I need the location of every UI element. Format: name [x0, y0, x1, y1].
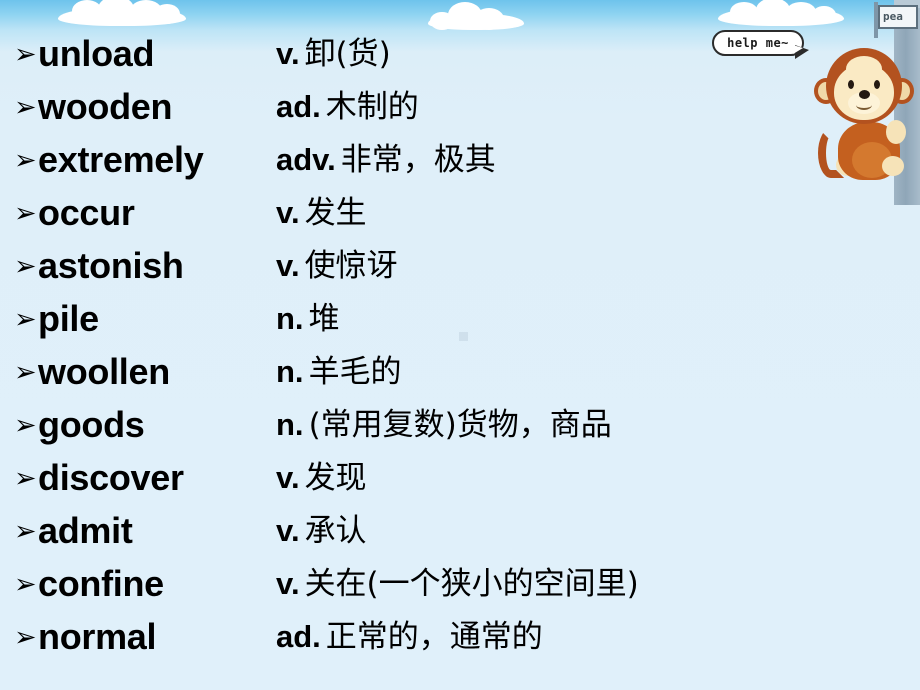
vocabulary-meaning: 发生 — [304, 195, 367, 231]
arrow-bullet-icon: ➢ — [14, 463, 37, 494]
vocabulary-row: ➢ normal ad. 正常的，通常的 — [0, 613, 920, 666]
vocabulary-row: ➢ unload v. 卸(货) — [0, 30, 920, 83]
vocabulary-term: normal — [38, 616, 157, 657]
vocabulary-pos: ad. — [276, 89, 321, 124]
vocabulary-row: ➢ goods n. (常用复数)货物，商品 — [0, 401, 920, 454]
cloud-left — [58, 0, 186, 26]
vocabulary-pos: adv. — [276, 142, 336, 177]
vocabulary-gloss: adv. 非常，极其 — [276, 136, 496, 190]
arrow-bullet-icon: ➢ — [14, 410, 37, 441]
vocabulary-meaning: 羊毛的 — [308, 354, 402, 390]
vocabulary-row: ➢ astonish v. 使惊讶 — [0, 242, 920, 295]
vocabulary-row: ➢ discover v. 发现 — [0, 454, 920, 507]
vocabulary-term: woollen — [38, 351, 170, 392]
vocabulary-term: astonish — [38, 245, 184, 286]
vocabulary-pos: n. — [276, 301, 304, 336]
arrow-bullet-icon: ➢ — [14, 198, 37, 229]
vocabulary-row: ➢ woollen n. 羊毛的 — [0, 348, 920, 401]
vocabulary-gloss: n. 堆 — [276, 295, 340, 349]
vocabulary-pos: v. — [276, 248, 300, 283]
vocabulary-pos: v. — [276, 513, 300, 548]
vocabulary-meaning: 卸(货) — [304, 36, 391, 72]
vocabulary-meaning: (常用复数)货物，商品 — [308, 407, 612, 443]
vocabulary-gloss: v. 使惊讶 — [276, 242, 398, 296]
vocabulary-gloss: v. 卸(货) — [276, 30, 391, 84]
vocabulary-gloss: v. 发现 — [276, 454, 367, 508]
arrow-bullet-icon: ➢ — [14, 39, 37, 70]
vocabulary-row: ➢ extremely adv. 非常，极其 — [0, 136, 920, 189]
vocabulary-term: goods — [38, 404, 145, 445]
vocabulary-meaning: 承认 — [304, 513, 367, 549]
vocabulary-meaning: 堆 — [308, 301, 340, 337]
vocabulary-gloss: ad. 木制的 — [276, 83, 419, 137]
vocabulary-row: ➢ admit v. 承认 — [0, 507, 920, 560]
arrow-bullet-icon: ➢ — [14, 92, 37, 123]
vocabulary-list: ➢ unload v. 卸(货) ➢ wooden ad. 木制的 ➢ extrem… — [0, 30, 920, 666]
vocabulary-gloss: n. 羊毛的 — [276, 348, 402, 402]
vocabulary-row: ➢ pile n. 堆 — [0, 295, 920, 348]
vocabulary-term: admit — [38, 510, 133, 551]
vocabulary-term: occur — [38, 192, 135, 233]
vocabulary-term: confine — [38, 563, 164, 604]
arrow-bullet-icon: ➢ — [14, 251, 37, 282]
vocabulary-meaning: 发现 — [304, 460, 367, 496]
vocabulary-pos: n. — [276, 407, 304, 442]
vocabulary-meaning: 木制的 — [325, 89, 419, 125]
vocabulary-term: unload — [38, 33, 155, 74]
vocabulary-term: extremely — [38, 139, 204, 180]
vocabulary-term: wooden — [38, 86, 173, 127]
vocabulary-meaning: 使惊讶 — [304, 248, 398, 284]
vocabulary-row: ➢ confine v. 关在(一个狭小的空间里) — [0, 560, 920, 613]
vocabulary-meaning: 关在(一个狭小的空间里) — [304, 566, 639, 602]
arrow-bullet-icon: ➢ — [14, 622, 37, 653]
vocabulary-pos: n. — [276, 354, 304, 389]
vocabulary-row: ➢ occur v. 发生 — [0, 189, 920, 242]
arrow-bullet-icon: ➢ — [14, 357, 37, 388]
cloud-center — [428, 2, 524, 30]
arrow-bullet-icon: ➢ — [14, 304, 37, 335]
arrow-bullet-icon: ➢ — [14, 516, 37, 547]
vocabulary-row: ➢ wooden ad. 木制的 — [0, 83, 920, 136]
vocabulary-pos: v. — [276, 195, 300, 230]
vocabulary-pos: v. — [276, 566, 300, 601]
cloud-right — [718, 0, 844, 26]
vocabulary-pos: ad. — [276, 619, 321, 654]
signpost-board: pea — [878, 5, 918, 29]
vocabulary-pos: v. — [276, 460, 300, 495]
vocabulary-term: discover — [38, 457, 184, 498]
vocabulary-gloss: v. 承认 — [276, 507, 367, 561]
arrow-bullet-icon: ➢ — [14, 145, 37, 176]
vocabulary-term: pile — [38, 298, 99, 339]
vocabulary-gloss: ad. 正常的，通常的 — [276, 613, 543, 667]
slide-canvas: pea help me~ ➢ unload v. 卸(货) ➢ wooden a… — [0, 0, 920, 690]
arrow-bullet-icon: ➢ — [14, 569, 37, 600]
vocabulary-gloss: v. 关在(一个狭小的空间里) — [276, 560, 639, 614]
vocabulary-gloss: n. (常用复数)货物，商品 — [276, 401, 612, 455]
vocabulary-meaning: 非常，极其 — [340, 142, 496, 178]
vocabulary-meaning: 正常的，通常的 — [325, 619, 543, 655]
vocabulary-pos: v. — [276, 36, 300, 71]
vocabulary-gloss: v. 发生 — [276, 189, 367, 243]
